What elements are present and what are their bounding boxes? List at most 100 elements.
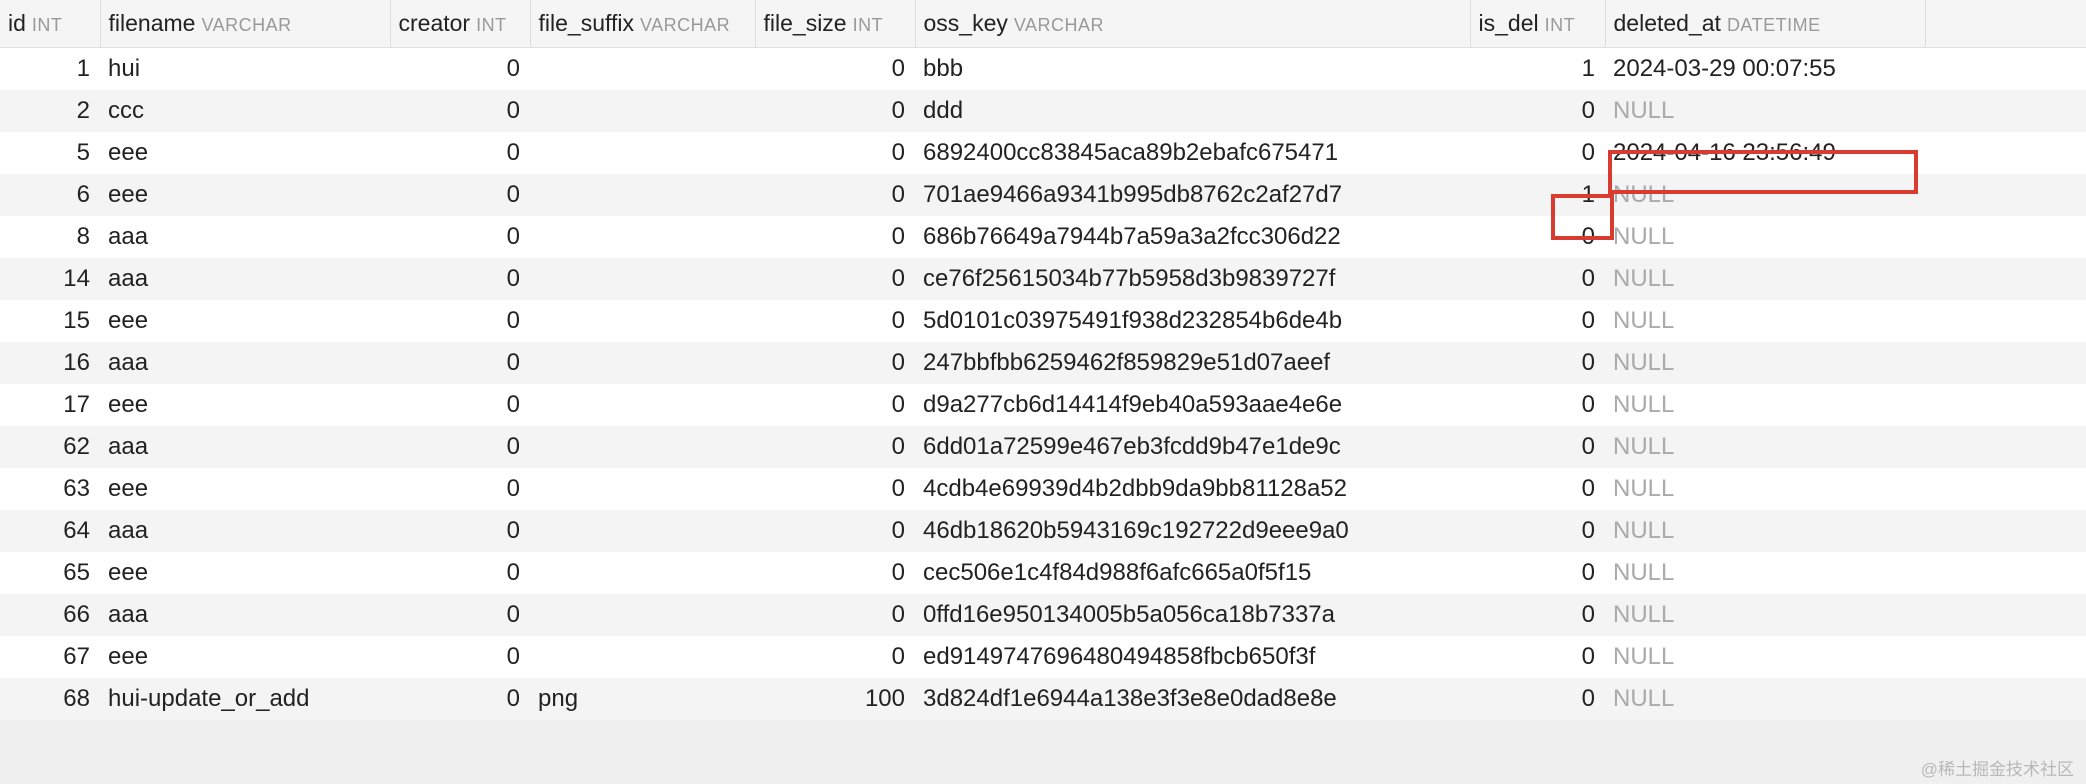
table-row[interactable]: 62aaa006dd01a72599e467eb3fcdd9b47e1de9c0…: [0, 426, 2086, 468]
cell-oss_key[interactable]: 6dd01a72599e467eb3fcdd9b47e1de9c: [915, 426, 1470, 468]
table-row[interactable]: 15eee005d0101c03975491f938d232854b6de4b0…: [0, 300, 2086, 342]
cell-id[interactable]: 16: [0, 342, 100, 384]
cell-is_del[interactable]: 0: [1470, 342, 1605, 384]
table-row[interactable]: 63eee004cdb4e69939d4b2dbb9da9bb81128a520…: [0, 468, 2086, 510]
cell-file_size[interactable]: 0: [755, 132, 915, 174]
cell-oss_key[interactable]: 3d824df1e6944a138e3f3e8e0dad8e8e: [915, 678, 1470, 720]
column-header-id[interactable]: idINT: [0, 0, 100, 48]
cell-id[interactable]: 67: [0, 636, 100, 678]
cell-file_size[interactable]: 0: [755, 552, 915, 594]
cell-file_size[interactable]: 0: [755, 48, 915, 90]
cell-file_suffix[interactable]: [530, 342, 755, 384]
table-row[interactable]: 65eee00cec506e1c4f84d988f6afc665a0f5f150…: [0, 552, 2086, 594]
cell-creator[interactable]: 0: [390, 384, 530, 426]
cell-file_suffix[interactable]: [530, 48, 755, 90]
cell-file_size[interactable]: 0: [755, 300, 915, 342]
cell-is_del[interactable]: 0: [1470, 552, 1605, 594]
cell-id[interactable]: 6: [0, 174, 100, 216]
column-header-oss_key[interactable]: oss_keyVARCHAR: [915, 0, 1470, 48]
cell-deleted_at[interactable]: NULL: [1605, 510, 1925, 552]
cell-id[interactable]: 14: [0, 258, 100, 300]
cell-id[interactable]: 68: [0, 678, 100, 720]
table-row[interactable]: 68hui-update_or_add0png1003d824df1e6944a…: [0, 678, 2086, 720]
cell-file_suffix[interactable]: [530, 510, 755, 552]
cell-filename[interactable]: aaa: [100, 342, 390, 384]
cell-filename[interactable]: eee: [100, 468, 390, 510]
cell-file_suffix[interactable]: [530, 552, 755, 594]
cell-creator[interactable]: 0: [390, 636, 530, 678]
cell-oss_key[interactable]: cec506e1c4f84d988f6afc665a0f5f15: [915, 552, 1470, 594]
column-header-is_del[interactable]: is_delINT: [1470, 0, 1605, 48]
table-row[interactable]: 64aaa0046db18620b5943169c192722d9eee9a00…: [0, 510, 2086, 552]
cell-file_size[interactable]: 0: [755, 636, 915, 678]
cell-oss_key[interactable]: 701ae9466a9341b995db8762c2af27d7: [915, 174, 1470, 216]
cell-filename[interactable]: aaa: [100, 216, 390, 258]
cell-is_del[interactable]: 0: [1470, 468, 1605, 510]
cell-file_suffix[interactable]: [530, 384, 755, 426]
column-header-filename[interactable]: filenameVARCHAR: [100, 0, 390, 48]
cell-deleted_at[interactable]: NULL: [1605, 678, 1925, 720]
cell-file_size[interactable]: 0: [755, 174, 915, 216]
cell-filename[interactable]: eee: [100, 174, 390, 216]
cell-creator[interactable]: 0: [390, 678, 530, 720]
cell-file_suffix[interactable]: [530, 90, 755, 132]
cell-deleted_at[interactable]: NULL: [1605, 426, 1925, 468]
cell-id[interactable]: 15: [0, 300, 100, 342]
cell-deleted_at[interactable]: NULL: [1605, 90, 1925, 132]
cell-id[interactable]: 62: [0, 426, 100, 468]
cell-deleted_at[interactable]: 2024-03-29 00:07:55: [1605, 48, 1925, 90]
table-row[interactable]: 17eee00d9a277cb6d14414f9eb40a593aae4e6e0…: [0, 384, 2086, 426]
cell-creator[interactable]: 0: [390, 426, 530, 468]
cell-is_del[interactable]: 1: [1470, 174, 1605, 216]
cell-is_del[interactable]: 0: [1470, 384, 1605, 426]
cell-is_del[interactable]: 0: [1470, 636, 1605, 678]
cell-file_size[interactable]: 0: [755, 468, 915, 510]
cell-id[interactable]: 17: [0, 384, 100, 426]
cell-deleted_at[interactable]: NULL: [1605, 468, 1925, 510]
cell-id[interactable]: 66: [0, 594, 100, 636]
column-header-file_size[interactable]: file_sizeINT: [755, 0, 915, 48]
cell-deleted_at[interactable]: NULL: [1605, 636, 1925, 678]
cell-creator[interactable]: 0: [390, 552, 530, 594]
table-row[interactable]: 5eee006892400cc83845aca89b2ebafc67547102…: [0, 132, 2086, 174]
cell-is_del[interactable]: 0: [1470, 132, 1605, 174]
cell-filename[interactable]: eee: [100, 552, 390, 594]
cell-file_suffix[interactable]: [530, 132, 755, 174]
cell-is_del[interactable]: 0: [1470, 426, 1605, 468]
cell-is_del[interactable]: 1: [1470, 48, 1605, 90]
cell-creator[interactable]: 0: [390, 594, 530, 636]
table-row[interactable]: 14aaa00ce76f25615034b77b5958d3b9839727f0…: [0, 258, 2086, 300]
cell-filename[interactable]: hui: [100, 48, 390, 90]
cell-file_suffix[interactable]: [530, 636, 755, 678]
table-row[interactable]: 6eee00701ae9466a9341b995db8762c2af27d71N…: [0, 174, 2086, 216]
table-row[interactable]: 16aaa00247bbfbb6259462f859829e51d07aeef0…: [0, 342, 2086, 384]
cell-filename[interactable]: eee: [100, 636, 390, 678]
cell-file_suffix[interactable]: [530, 594, 755, 636]
cell-creator[interactable]: 0: [390, 174, 530, 216]
cell-creator[interactable]: 0: [390, 48, 530, 90]
cell-id[interactable]: 5: [0, 132, 100, 174]
cell-file_size[interactable]: 0: [755, 426, 915, 468]
cell-file_suffix[interactable]: [530, 426, 755, 468]
cell-deleted_at[interactable]: NULL: [1605, 258, 1925, 300]
cell-file_suffix[interactable]: [530, 300, 755, 342]
cell-oss_key[interactable]: 6892400cc83845aca89b2ebafc675471: [915, 132, 1470, 174]
cell-file_size[interactable]: 0: [755, 384, 915, 426]
cell-id[interactable]: 2: [0, 90, 100, 132]
cell-file_size[interactable]: 0: [755, 510, 915, 552]
cell-creator[interactable]: 0: [390, 132, 530, 174]
cell-filename[interactable]: eee: [100, 132, 390, 174]
cell-id[interactable]: 63: [0, 468, 100, 510]
cell-deleted_at[interactable]: NULL: [1605, 216, 1925, 258]
cell-is_del[interactable]: 0: [1470, 216, 1605, 258]
cell-filename[interactable]: eee: [100, 384, 390, 426]
cell-deleted_at[interactable]: NULL: [1605, 300, 1925, 342]
cell-id[interactable]: 64: [0, 510, 100, 552]
cell-file_suffix[interactable]: [530, 174, 755, 216]
cell-oss_key[interactable]: 686b76649a7944b7a59a3a2fcc306d22: [915, 216, 1470, 258]
cell-creator[interactable]: 0: [390, 300, 530, 342]
cell-id[interactable]: 65: [0, 552, 100, 594]
cell-filename[interactable]: aaa: [100, 594, 390, 636]
cell-oss_key[interactable]: 247bbfbb6259462f859829e51d07aeef: [915, 342, 1470, 384]
cell-filename[interactable]: hui-update_or_add: [100, 678, 390, 720]
